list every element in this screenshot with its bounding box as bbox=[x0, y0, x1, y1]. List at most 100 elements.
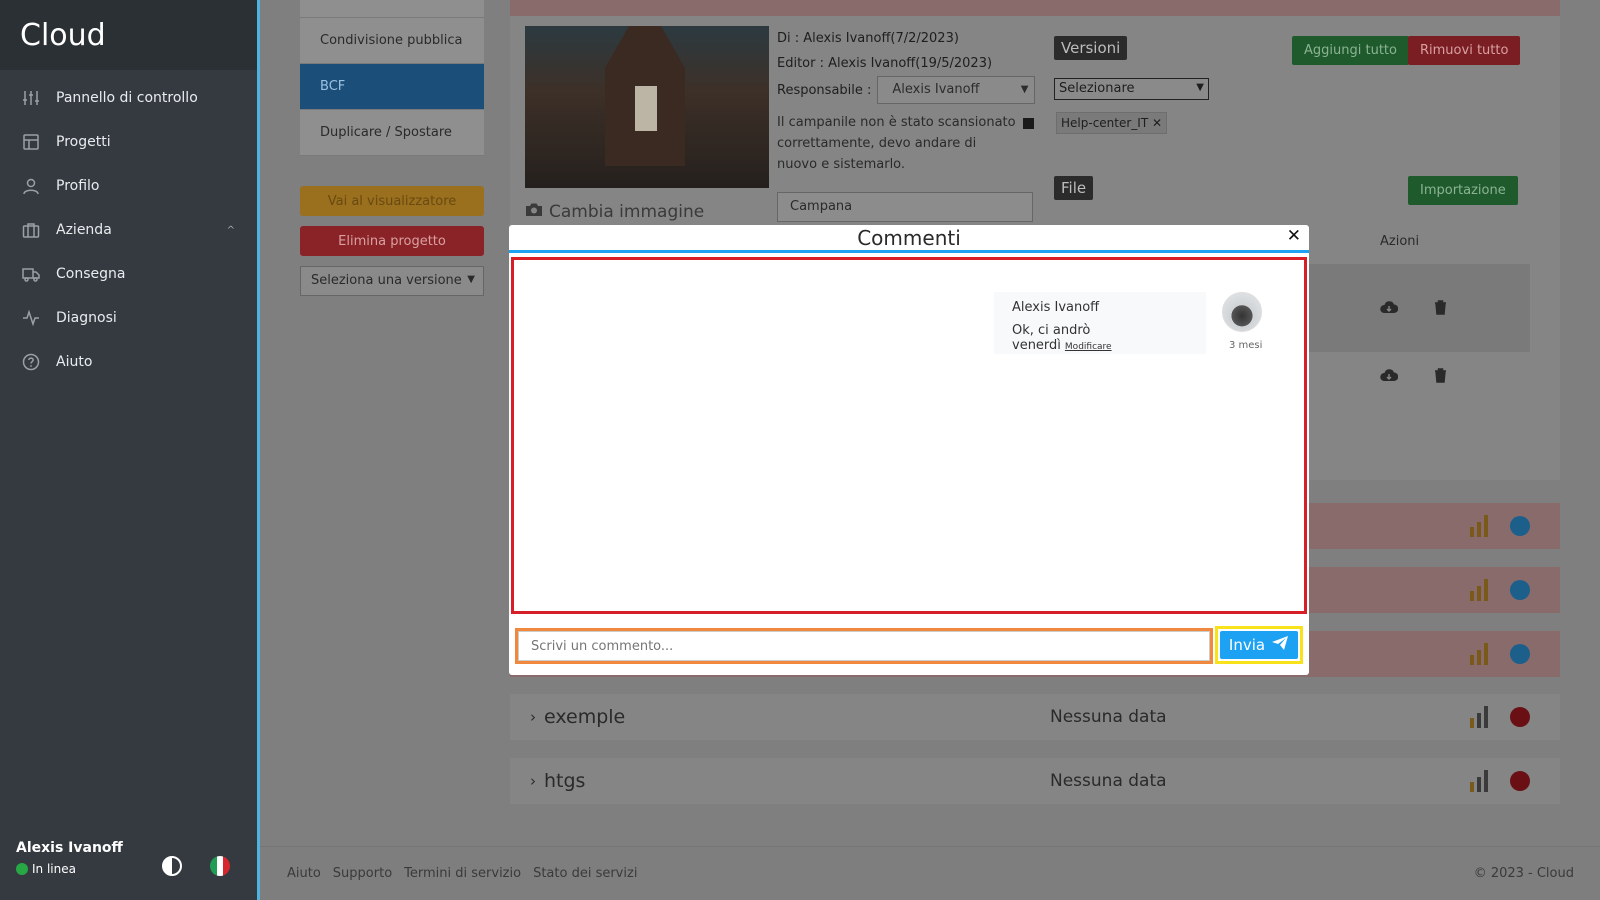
sidebar-nav: Pannello di controllo Progetti Profilo A… bbox=[0, 70, 257, 384]
project-side-panel: Condivisione pubblica BCF Duplicare / Sp… bbox=[300, 0, 484, 296]
comments-modal: Commenti ✕ Alexis Ivanoff Ok, ci andrò v… bbox=[509, 225, 1309, 675]
project-row-name: exemple bbox=[544, 706, 626, 728]
footer-links: Aiuto Supporto Termini di servizio Stato… bbox=[287, 866, 637, 881]
sidebar-item-azienda[interactable]: Azienda ^ bbox=[0, 208, 257, 252]
sidebar: Cloud Pannello di controllo Progetti Pro… bbox=[0, 0, 260, 900]
edit-comment-link[interactable]: Modificare bbox=[1065, 342, 1112, 352]
footer-link-status[interactable]: Stato dei servizi bbox=[533, 866, 637, 881]
trash-icon[interactable] bbox=[1434, 300, 1447, 319]
sidebar-item-pannello[interactable]: Pannello di controllo bbox=[0, 76, 257, 120]
tab-bcf[interactable]: BCF bbox=[300, 64, 484, 110]
project-name-field[interactable]: Campana bbox=[777, 192, 1033, 222]
sliders-icon bbox=[22, 89, 40, 107]
footer-link-supporto[interactable]: Supporto bbox=[333, 866, 392, 881]
version-tag-label: Help-center_IT bbox=[1061, 116, 1149, 130]
help-circle-icon bbox=[22, 353, 40, 371]
user-status-label: In linea bbox=[32, 862, 76, 876]
sidebar-item-diagnosi[interactable]: Diagnosi bbox=[0, 296, 257, 340]
page-footer: Aiuto Supporto Termini di servizio Stato… bbox=[260, 846, 1600, 900]
project-row-date: Nessuna data bbox=[1050, 771, 1167, 791]
project-row-date: Nessuna data bbox=[1050, 707, 1167, 727]
brand-logo[interactable]: Cloud bbox=[0, 0, 257, 70]
comment-bubble: Alexis Ivanoff Ok, ci andrò venerdì Modif… bbox=[994, 292, 1206, 354]
paper-plane-icon bbox=[1271, 635, 1289, 655]
footer-link-aiuto[interactable]: Aiuto bbox=[287, 866, 321, 881]
signal-bars-icon bbox=[1470, 706, 1488, 728]
responsible-select[interactable]: Alexis Ivanoff ▼ bbox=[877, 76, 1036, 104]
chevron-down-icon: ▼ bbox=[467, 274, 475, 285]
project-row[interactable]: › htgs Nessuna data bbox=[510, 758, 1560, 804]
comment-input[interactable] bbox=[518, 631, 1210, 661]
project-tabs: Condivisione pubblica BCF Duplicare / Sp… bbox=[300, 0, 484, 156]
sidebar-item-consegna[interactable]: Consegna bbox=[0, 252, 257, 296]
project-image bbox=[525, 26, 769, 188]
version-select-value: Seleziona una versione bbox=[311, 273, 462, 288]
signal-bars-icon bbox=[1470, 515, 1488, 537]
bell-window-shape bbox=[635, 86, 657, 131]
project-header-bar bbox=[510, 0, 1560, 16]
file-row bbox=[1290, 264, 1530, 352]
send-button-label: Invia bbox=[1228, 636, 1266, 654]
signal-bars-icon bbox=[1470, 770, 1488, 792]
remove-all-button[interactable]: Rimuovi tutto bbox=[1408, 36, 1521, 65]
send-button-wrapper: Invia bbox=[1215, 626, 1303, 664]
project-row-name: htgs bbox=[544, 770, 586, 792]
chevron-up-icon[interactable]: ^ bbox=[227, 225, 235, 236]
close-icon[interactable]: ✕ bbox=[1287, 226, 1301, 246]
user-icon bbox=[22, 177, 40, 195]
versions-label: Versioni bbox=[1054, 36, 1128, 60]
sidebar-item-progetti[interactable]: Progetti bbox=[0, 120, 257, 164]
responsible-value: Alexis Ivanoff bbox=[892, 82, 980, 97]
change-image-label: Cambia immagine bbox=[549, 202, 705, 222]
tab-duplicate-move[interactable]: Duplicare / Spostare bbox=[300, 110, 484, 156]
project-row[interactable]: › exemple Nessuna data bbox=[510, 694, 1560, 740]
sidebar-item-label: Consegna bbox=[56, 266, 126, 282]
chevron-right-icon: › bbox=[530, 708, 536, 726]
cloud-download-icon[interactable] bbox=[1380, 300, 1399, 318]
comments-list[interactable]: Alexis Ivanoff Ok, ci andrò venerdì Modif… bbox=[511, 257, 1307, 614]
status-dot-icon bbox=[1510, 707, 1530, 727]
truck-icon bbox=[22, 265, 40, 283]
status-dot-icon bbox=[1510, 516, 1530, 536]
remove-tag-icon[interactable]: ✕ bbox=[1152, 116, 1162, 130]
sidebar-item-profilo[interactable]: Profilo bbox=[0, 164, 257, 208]
contrast-toggle-icon[interactable] bbox=[162, 856, 182, 876]
version-select[interactable]: Seleziona una versione ▼ bbox=[300, 266, 484, 296]
tab-hidden[interactable] bbox=[300, 0, 484, 18]
avatar bbox=[1222, 292, 1262, 332]
sidebar-item-aiuto[interactable]: Aiuto bbox=[0, 340, 257, 384]
responsible-label: Responsabile : bbox=[777, 82, 872, 98]
sidebar-item-label: Azienda bbox=[56, 222, 112, 238]
status-dot-icon bbox=[1510, 644, 1530, 664]
delete-project-button[interactable]: Elimina progetto bbox=[300, 226, 484, 256]
import-button[interactable]: Importazione bbox=[1408, 176, 1518, 205]
edit-icon[interactable] bbox=[1023, 118, 1034, 129]
add-all-button[interactable]: Aggiungi tutto bbox=[1292, 36, 1409, 65]
comment-author: Alexis Ivanoff bbox=[1012, 300, 1100, 315]
trash-icon[interactable] bbox=[1434, 368, 1447, 387]
edited-by: Editor : Alexis Ivanoff(19/5/2023) bbox=[777, 56, 993, 71]
comment-body: Ok, ci andrò venerdì Modificare bbox=[1012, 323, 1188, 353]
modal-header: Commenti ✕ bbox=[509, 225, 1309, 253]
versions-select[interactable]: Selezionare ▼ bbox=[1054, 78, 1209, 100]
change-image-link[interactable]: Cambia immagine bbox=[525, 202, 704, 222]
status-dot-icon bbox=[1510, 580, 1530, 600]
cloud-download-icon[interactable] bbox=[1380, 368, 1399, 386]
project-row-title[interactable]: › htgs bbox=[530, 770, 585, 792]
versions-select-value: Selezionare bbox=[1059, 81, 1135, 96]
signal-bars-icon bbox=[1470, 643, 1488, 665]
sidebar-user: Alexis Ivanoff In linea bbox=[0, 826, 257, 900]
footer-link-terms[interactable]: Termini di servizio bbox=[404, 866, 521, 881]
modal-title: Commenti bbox=[857, 226, 961, 250]
version-tag: Help-center_IT ✕ bbox=[1056, 112, 1168, 134]
file-label: File bbox=[1054, 176, 1094, 200]
go-to-viewer-button[interactable]: Vai al visualizzatore bbox=[300, 186, 484, 216]
tab-public-share[interactable]: Condivisione pubblica bbox=[300, 18, 484, 64]
online-dot-icon bbox=[16, 863, 28, 875]
project-row-title[interactable]: › exemple bbox=[530, 706, 625, 728]
actions-header: Azioni bbox=[1380, 234, 1420, 249]
italy-flag-icon[interactable] bbox=[210, 856, 230, 876]
send-button[interactable]: Invia bbox=[1220, 631, 1298, 659]
camera-icon bbox=[525, 202, 543, 222]
chevron-right-icon: › bbox=[530, 772, 536, 790]
